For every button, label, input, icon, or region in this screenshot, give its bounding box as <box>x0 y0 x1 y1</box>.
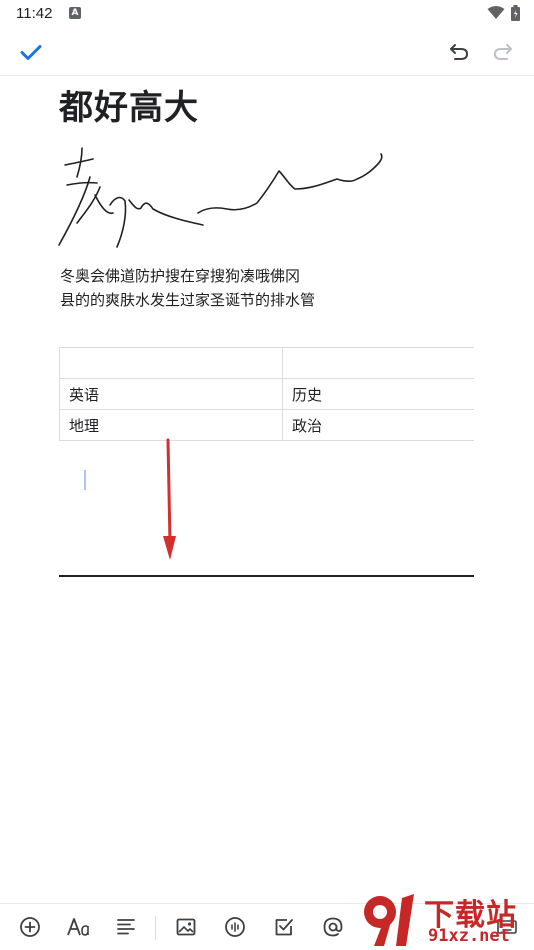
redo-icon <box>493 44 512 60</box>
handwriting-drawing <box>58 147 383 248</box>
watermark-url: 91xz.net <box>428 926 510 946</box>
editor-toolbar <box>0 28 534 76</box>
text-format-icon <box>67 918 89 936</box>
paragraph-line-1: 冬奥会佛道防护搜在穿搜狗凑哦佛冈 <box>60 267 301 285</box>
watermark-logo-icon <box>364 894 414 946</box>
table-cell[interactable]: 英语 <box>59 378 283 410</box>
paragraph-line-2: 县的的爽肤水发生过家圣诞节的排水管 <box>60 291 316 309</box>
notification-icon: A <box>69 7 81 19</box>
status-bar: 11:42 A <box>0 0 534 28</box>
table-cell[interactable]: 政治 <box>282 409 474 441</box>
table-row <box>59 347 474 379</box>
status-time: 11:42 <box>16 5 53 22</box>
table-row: 地理 政治 <box>59 409 474 441</box>
table-row: 英语 历史 <box>59 378 474 410</box>
audio-button[interactable] <box>222 914 248 940</box>
audio-icon <box>225 917 245 937</box>
image-icon <box>176 918 196 936</box>
redo-button[interactable] <box>489 38 517 66</box>
table-cell[interactable]: 历史 <box>282 378 474 410</box>
undo-button[interactable] <box>445 38 473 66</box>
text-cursor <box>84 470 86 490</box>
status-icons <box>487 5 520 21</box>
add-icon <box>20 917 40 937</box>
site-watermark: 下载站 91xz.net <box>358 888 534 950</box>
note-table[interactable]: 英语 历史 地理 政治 <box>59 347 474 441</box>
mention-icon <box>323 917 343 937</box>
image-button[interactable] <box>173 914 199 940</box>
annotation-arrow-icon <box>163 438 176 560</box>
checkbox-button[interactable] <box>271 914 297 940</box>
check-icon <box>20 45 42 60</box>
checkbox-icon <box>275 919 293 936</box>
table-cell[interactable]: 地理 <box>59 409 283 441</box>
table-cell[interactable] <box>282 347 474 379</box>
align-icon <box>117 919 135 935</box>
battery-icon <box>511 5 520 21</box>
note-title[interactable]: 都好高大 <box>59 80 199 129</box>
undo-icon <box>450 44 469 60</box>
align-button[interactable] <box>113 914 139 940</box>
wifi-icon <box>487 6 505 19</box>
add-button[interactable] <box>17 914 43 940</box>
divider-line[interactable] <box>59 575 474 577</box>
table-cell[interactable] <box>59 347 283 379</box>
mention-button[interactable] <box>320 914 346 940</box>
note-paragraph[interactable]: 冬奥会佛道防护搜在穿搜狗凑哦佛冈 县的的爽肤水发生过家圣诞节的排水管 <box>60 264 315 312</box>
text-format-button[interactable] <box>65 914 93 940</box>
done-button[interactable] <box>17 38 45 66</box>
toolbar-separator <box>155 916 156 940</box>
